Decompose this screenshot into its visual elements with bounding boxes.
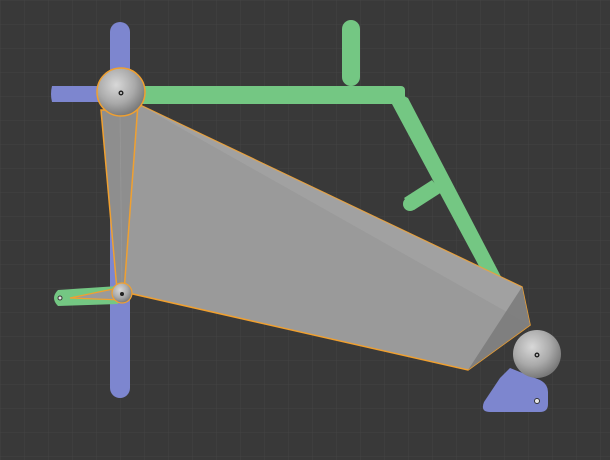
widget-green-small-left-dot <box>57 295 63 301</box>
joint-top-left[interactable] <box>96 67 146 117</box>
3d-viewport[interactable] <box>0 0 610 460</box>
joint-small-left[interactable] <box>111 282 133 304</box>
joint-bottom-right[interactable] <box>513 330 561 378</box>
widget-blue-bottom-right-dot <box>534 398 540 404</box>
